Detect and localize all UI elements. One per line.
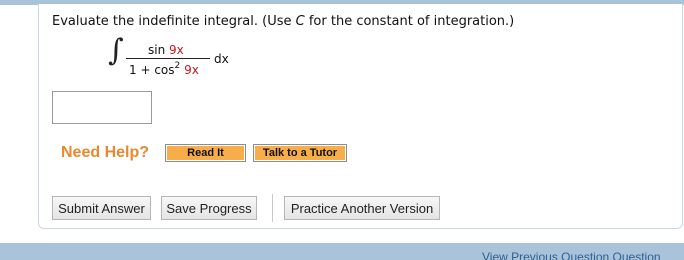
numerator-argument: 9x bbox=[169, 43, 184, 57]
button-divider bbox=[272, 194, 273, 222]
read-it-button[interactable]: Read It bbox=[165, 144, 246, 162]
integral-sign: ∫ bbox=[108, 33, 124, 68]
question-prompt: Evaluate the indefinite integral. (Use C… bbox=[52, 14, 515, 29]
fraction-bar bbox=[126, 58, 210, 59]
practice-another-version-button[interactable]: Practice Another Version bbox=[284, 196, 440, 220]
footer-links[interactable]: View Previous Question Question bbox=[482, 250, 684, 260]
submit-answer-button[interactable]: Submit Answer bbox=[52, 196, 151, 220]
answer-input[interactable] bbox=[52, 91, 152, 124]
need-help-label: Need Help? bbox=[61, 144, 150, 161]
fraction-denominator: 1 + cos2 9x bbox=[129, 61, 199, 77]
save-progress-button[interactable]: Save Progress bbox=[161, 196, 257, 220]
talk-to-tutor-button[interactable]: Talk to a Tutor bbox=[253, 144, 347, 162]
differential: dx bbox=[214, 52, 229, 66]
denominator-argument: 9x bbox=[184, 63, 199, 77]
fraction-numerator: sin 9x bbox=[148, 43, 184, 57]
constant-variable: C bbox=[295, 14, 305, 29]
